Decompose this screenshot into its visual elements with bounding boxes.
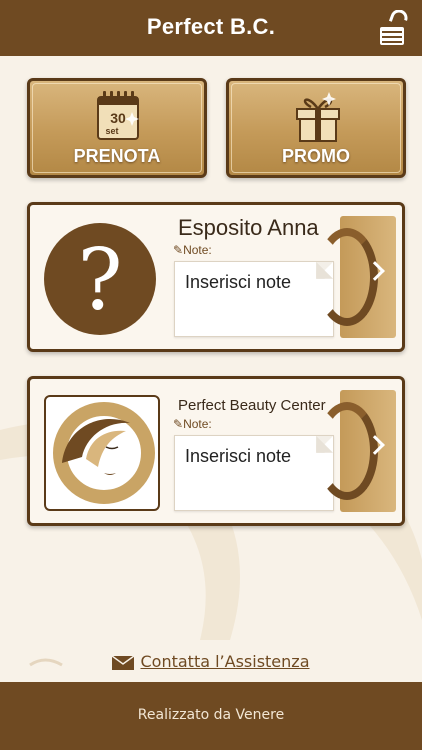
promo-button[interactable]: PROMO	[226, 78, 406, 178]
calendar-icon: 30 set	[97, 91, 139, 140]
footer-credit: Realizzato da Venere	[137, 707, 285, 723]
center-card[interactable]: Perfect Beauty Center ✎Note: Inserisci n…	[27, 376, 405, 526]
pencil-icon: ✎	[173, 417, 184, 431]
svg-text:?: ?	[77, 231, 122, 329]
note-label: ✎Note:	[173, 417, 212, 431]
client-card[interactable]: ? Esposito Anna ✎Note: Inserisci note	[27, 202, 405, 352]
question-mark-icon: ?	[44, 223, 156, 335]
mail-icon	[112, 656, 135, 670]
app-footer: Realizzato da Venere	[0, 682, 422, 750]
unlock-icon[interactable]	[378, 9, 408, 46]
note-field[interactable]: Inserisci note	[174, 261, 334, 337]
calendar-month: set	[105, 126, 118, 136]
note-placeholder: Inserisci note	[185, 272, 292, 292]
contact-support-link[interactable]: Contatta l’Assistenza	[140, 652, 309, 671]
open-center-button[interactable]	[316, 390, 396, 512]
calendar-day: 30	[110, 110, 126, 126]
pencil-icon: ✎	[173, 243, 184, 257]
promo-label: PROMO	[281, 146, 350, 166]
prenota-label: PRENOTA	[73, 146, 161, 166]
open-client-button[interactable]	[316, 216, 396, 338]
note-placeholder: Inserisci note	[185, 446, 292, 466]
note-field[interactable]: Inserisci note	[174, 435, 334, 511]
app-title: Perfect B.C.	[146, 14, 276, 39]
gift-icon	[296, 92, 340, 142]
app-header: Perfect B.C.	[0, 0, 422, 56]
contact-row: Contatta l’Assistenza	[0, 652, 422, 671]
prenota-button[interactable]: 30 set PRENOTA	[27, 78, 207, 178]
note-label: ✎Note:	[173, 243, 212, 257]
center-name: Perfect Beauty Center	[178, 397, 326, 414]
client-name: Esposito Anna	[178, 215, 319, 240]
beauty-logo-icon	[44, 395, 160, 511]
